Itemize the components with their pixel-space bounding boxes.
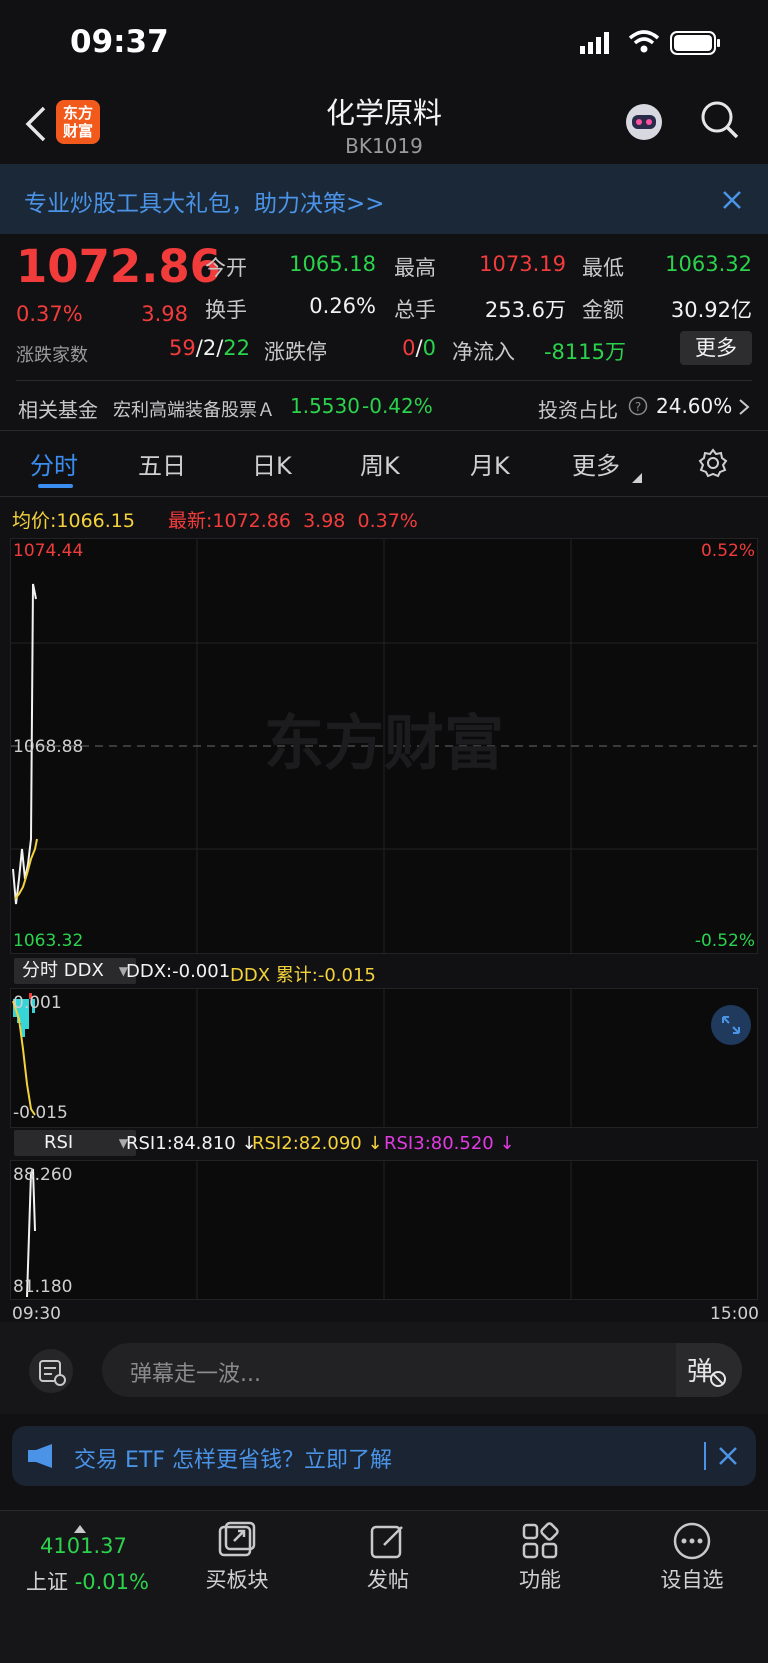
ratio-value: 24.60%: [656, 394, 733, 418]
wifi-icon: [628, 30, 660, 54]
amount-label: 金额: [582, 298, 624, 322]
breadth-values: 59/2/22: [169, 336, 250, 360]
chart-watermark: 东方财富: [264, 709, 504, 779]
rsi-chart[interactable]: 88.260 81.180: [10, 1160, 758, 1300]
open-label: 今开: [205, 256, 247, 280]
breadth-label: 涨跌家数: [16, 345, 88, 366]
expand-icon[interactable]: [711, 1005, 751, 1045]
more-dots-icon[interactable]: [672, 1521, 712, 1561]
chevron-right-icon[interactable]: [738, 398, 750, 416]
fund-label: 相关基金: [18, 398, 98, 422]
search-icon[interactable]: [700, 100, 740, 140]
latest-price-readout: 最新:1072.86 3.98 0.37%: [168, 510, 418, 532]
avg-price-readout: 均价:1066.15: [12, 510, 135, 532]
intraday-chart[interactable]: 东方财富 1074.44 1068.88 1063.32 0.52% -0.52…: [10, 538, 758, 954]
y-axis-max: 1074.44: [13, 541, 84, 561]
tab-more[interactable]: 更多: [572, 446, 620, 481]
robot-assistant-icon[interactable]: [622, 100, 666, 144]
index-value[interactable]: 4101.37: [40, 1534, 127, 1558]
more-button[interactable]: 更多: [680, 331, 752, 365]
ddx-cumulative-value: DDX 累计:-0.015: [230, 965, 376, 986]
y-axis-min: 1063.32: [13, 931, 84, 951]
high-label: 最高: [394, 256, 436, 280]
limit-values: 0/0: [402, 336, 436, 360]
fund-price: 1.5530: [290, 394, 360, 418]
divider: [0, 430, 768, 431]
pct-axis-max: 0.52%: [700, 541, 755, 561]
megaphone-icon: [26, 1442, 58, 1470]
triangle-up-icon: [74, 1518, 86, 1533]
time-axis-end: 15:00: [710, 1304, 759, 1324]
rsi1-value: RSI1:84.810 ↓: [126, 1133, 257, 1154]
tab-daily-k[interactable]: 日K: [252, 446, 292, 481]
nav-functions[interactable]: 功能: [480, 1564, 600, 1594]
time-axis-start: 09:30: [12, 1304, 61, 1324]
danmaku-toggle-icon[interactable]: 弹: [676, 1343, 742, 1397]
volume-value: 253.6万: [484, 298, 566, 322]
svg-text:?: ?: [635, 400, 641, 414]
nav-add-watchlist[interactable]: 设自选: [632, 1564, 752, 1594]
promo-banner-text[interactable]: 专业炒股工具大礼包，助力决策>>: [24, 184, 385, 218]
battery-icon: [670, 30, 722, 56]
turnover-label: 换手: [205, 298, 247, 322]
fund-name: 宏利高端装备股票Ａ: [113, 400, 275, 421]
rsi2-value: RSI2:82.090 ↓: [252, 1133, 383, 1154]
active-tab-indicator: [38, 484, 73, 488]
volume-label: 总手: [394, 298, 436, 322]
ddx-y-max: 0.001: [13, 993, 62, 1013]
turnover-value: 0.26%: [309, 294, 376, 318]
post-icon[interactable]: [368, 1521, 408, 1561]
signal-icon: [580, 32, 610, 54]
rsi3-value: RSI3:80.520 ↓: [384, 1133, 515, 1154]
dropdown-triangle-icon: [632, 468, 642, 483]
tab-weekly-k[interactable]: 周K: [360, 446, 400, 481]
close-icon[interactable]: [718, 1446, 738, 1466]
low-value: 1063.32: [665, 252, 752, 276]
limit-label: 涨跌停: [264, 340, 327, 364]
ddx-y-min: -0.015: [13, 1103, 68, 1123]
fund-change: -0.42%: [362, 394, 433, 418]
current-price: 1072.86: [16, 240, 221, 293]
high-value: 1073.19: [479, 252, 566, 276]
netflow-label: 净流入: [452, 340, 515, 364]
ddx-chart[interactable]: 0.001 -0.015: [10, 988, 758, 1128]
ddx-indicator-select[interactable]: 分时 DDX ▼: [14, 958, 136, 984]
tab-monthly-k[interactable]: 月K: [470, 446, 510, 481]
status-time: 09:37: [70, 24, 169, 60]
nav-post[interactable]: 发帖: [328, 1564, 448, 1594]
low-label: 最低: [582, 256, 624, 280]
tab-intraday[interactable]: 分时: [30, 446, 78, 481]
danmaku-settings-icon[interactable]: [28, 1348, 74, 1394]
nav-buy-sector[interactable]: 买板块: [177, 1564, 297, 1594]
rsi-y-max: 88.260: [13, 1165, 73, 1185]
ddx-value: DDX:-0.001: [126, 961, 231, 982]
function-grid-icon[interactable]: [520, 1521, 560, 1561]
rsi-indicator-select[interactable]: RSI ▼: [14, 1130, 136, 1156]
tab-five-day[interactable]: 五日: [138, 446, 186, 481]
etf-promo-text[interactable]: 交易 ETF 怎样更省钱？立即了解: [74, 1442, 392, 1474]
svg-text:弹: 弹: [687, 1357, 713, 1387]
divider: [16, 380, 752, 381]
change-value: 3.98: [141, 302, 188, 326]
settings-gear-icon[interactable]: [698, 448, 728, 478]
divider: [704, 1442, 706, 1470]
divider: [0, 496, 768, 497]
rsi-y-min: 81.180: [13, 1277, 73, 1297]
index-ticker[interactable]: 上证 -0.01%: [26, 1566, 149, 1596]
danmaku-placeholder[interactable]: 弹幕走一波...: [130, 1356, 261, 1388]
close-icon[interactable]: [722, 190, 742, 210]
ratio-label: 投资占比: [538, 398, 618, 422]
change-percent: 0.37%: [16, 302, 83, 326]
y-axis-mid: 1068.88: [13, 737, 84, 757]
open-value: 1065.18: [289, 252, 376, 276]
pct-axis-min: -0.52%: [694, 931, 755, 951]
help-icon[interactable]: ?: [628, 396, 648, 416]
buy-sector-icon[interactable]: [216, 1521, 258, 1561]
amount-value: 30.92亿: [670, 298, 752, 322]
netflow-value: -8115万: [543, 340, 626, 364]
